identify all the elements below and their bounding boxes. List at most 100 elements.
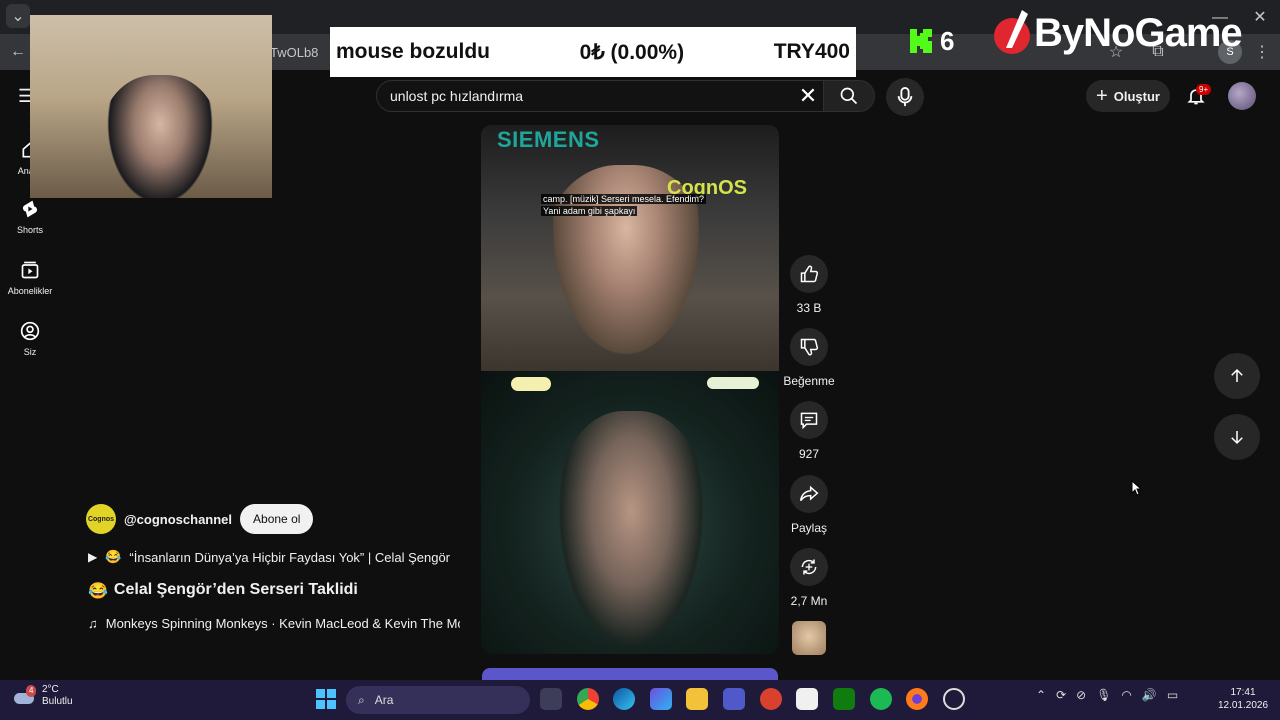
sync-icon[interactable]: ⟳: [1056, 688, 1066, 702]
brand-name: ByNoGame: [1034, 10, 1243, 55]
teams-icon[interactable]: [723, 688, 745, 710]
webcam-overlay: [30, 15, 272, 198]
sidebar-item-subscriptions[interactable]: Abonelikler: [0, 260, 60, 296]
sidebar-item-shorts[interactable]: Shorts: [0, 199, 60, 235]
wifi-icon[interactable]: ◠: [1121, 688, 1131, 702]
thumbs-down-icon: [800, 338, 819, 356]
person-figure: [551, 411, 711, 654]
share-circle: [790, 475, 828, 513]
donation-goal-banner: mouse bozuldu 0₺ (0.00%) TRY400: [330, 27, 856, 77]
create-button[interactable]: + Oluştur: [1086, 80, 1170, 112]
streamer-figure: [100, 75, 220, 198]
taskbar-search[interactable]: ⌕ Ara: [346, 686, 530, 714]
xbox-icon[interactable]: [833, 688, 855, 710]
music-note-icon: ♫: [88, 616, 98, 631]
clock-time: 17:41: [1230, 687, 1256, 698]
remix-icon: [801, 559, 817, 575]
store-icon[interactable]: [796, 688, 818, 710]
tab-search-button[interactable]: ⌄: [6, 4, 30, 28]
arrow-down-icon: [1231, 431, 1243, 445]
comments-button[interactable]: 927: [782, 401, 836, 461]
microphone-icon: [897, 87, 913, 107]
spotify-icon[interactable]: [870, 688, 892, 710]
system-tray: ⌃ ⟳ ⊘ 🎙 ◠ 🔊 ▭: [1036, 688, 1178, 702]
sidebar-item-label: Siz: [23, 347, 37, 357]
microphone-icon[interactable]: 🎙: [1096, 688, 1111, 702]
previous-short-button[interactable]: [1214, 353, 1260, 399]
next-short-preview[interactable]: [482, 668, 778, 680]
kick-logo-icon: [910, 29, 932, 53]
battery-icon[interactable]: ▭: [1167, 688, 1178, 702]
voice-search-button[interactable]: [886, 78, 924, 116]
channel-name[interactable]: @cognoschannel: [124, 512, 232, 527]
comments-circle: [790, 401, 828, 439]
taskbar-search-placeholder: Ara: [374, 693, 394, 707]
subtitle-line: Yani adam gibi şapkayı: [541, 206, 638, 216]
mouse-cursor-icon: [1131, 480, 1143, 496]
like-count: 33 B: [796, 301, 822, 315]
pdf-reader-icon[interactable]: [760, 688, 782, 710]
search-query: unlost pc hızlandırma: [390, 88, 524, 104]
volume-icon[interactable]: 🔊: [1142, 688, 1157, 702]
browser-menu-icon[interactable]: ⋮: [1248, 38, 1276, 66]
copilot-icon[interactable]: [650, 688, 672, 710]
music-link[interactable]: ♫ Monkeys Spinning Monkeys · Kevin MacLe…: [88, 616, 460, 631]
weather-badge: 4: [26, 685, 37, 697]
chevron-up-icon[interactable]: ⌃: [1036, 688, 1046, 702]
sidebar-item-you[interactable]: Siz: [0, 321, 60, 357]
related-video-link[interactable]: ▶ 😂 “İnsanların Dünya’ya Hiçbir Faydası …: [88, 549, 450, 565]
arrow-up-icon: [1231, 368, 1243, 382]
emoji-icon: 😂: [105, 549, 122, 564]
brand-logo: ByNoGame: [992, 6, 1252, 60]
share-label: Paylaş: [790, 521, 828, 535]
channel-avatar[interactable]: Cognos: [86, 504, 116, 534]
thumbs-up-icon: [800, 265, 819, 283]
subscribe-button[interactable]: Abone ol: [240, 504, 314, 534]
account-avatar[interactable]: [1228, 82, 1256, 110]
dislike-button[interactable]: Beğenme: [782, 328, 836, 388]
video-frame-top: SIEMENS CognOS camp. [müzik] Serseri mes…: [481, 125, 779, 375]
clock-date: 12.01.2026: [1217, 700, 1269, 711]
next-short-button[interactable]: [1214, 414, 1260, 460]
weather-widget[interactable]: 4 2°C Bulutlu: [12, 684, 73, 708]
subtitle-line: camp. [müzik] Serseri mesela. Efendim?: [541, 194, 707, 204]
clear-search-icon[interactable]: ✕: [794, 84, 822, 108]
cloud-icon: 4: [12, 685, 37, 707]
weather-desc: Bulutlu: [42, 696, 73, 707]
edge-icon[interactable]: [613, 688, 635, 710]
task-view-icon[interactable]: [540, 688, 562, 710]
video-subtitles: camp. [müzik] Serseri mesela. Efendim? Y…: [541, 193, 731, 217]
emoji-icon: 😂: [88, 583, 108, 600]
create-label: Oluştur: [1113, 88, 1160, 104]
search-icon: [840, 87, 858, 105]
firefox-icon[interactable]: [906, 688, 928, 710]
remix-button[interactable]: 2,7 Mn: [782, 548, 836, 608]
search-icon: ⌕: [358, 692, 365, 707]
remix-circle: [790, 548, 828, 586]
back-button[interactable]: ←: [4, 38, 32, 66]
music-thumbnail[interactable]: [792, 621, 826, 655]
file-explorer-icon[interactable]: [686, 688, 708, 710]
search-input[interactable]: unlost pc hızlandırma: [376, 80, 824, 112]
you-icon: [20, 321, 40, 341]
url-field[interactable]: TwOLb8: [270, 40, 330, 66]
taskbar-clock[interactable]: 17:41 12.01.2026: [1210, 686, 1276, 712]
short-title-text: Celal Şengör’den Serseri Taklidi: [113, 581, 358, 598]
search-button[interactable]: [823, 80, 875, 112]
play-icon: ▶: [88, 550, 98, 564]
plus-icon: +: [1096, 84, 1108, 107]
dislike-label: Beğenme: [783, 374, 835, 388]
video-frame-bottom: [481, 371, 779, 654]
related-video-title: “İnsanların Dünya’ya Hiçbir Faydası Yok”…: [129, 549, 451, 565]
start-button[interactable]: [316, 689, 336, 709]
chrome-icon[interactable]: [577, 688, 599, 710]
network-off-icon[interactable]: ⊘: [1076, 688, 1086, 702]
shorts-video-player[interactable]: SIEMENS CognOS camp. [müzik] Serseri mes…: [481, 125, 779, 654]
app-icon[interactable]: [943, 688, 965, 710]
like-button[interactable]: 33 B: [782, 255, 836, 315]
goal-title: mouse bozuldu: [336, 40, 490, 63]
sidebar-item-label: Shorts: [16, 225, 43, 235]
remix-count: 2,7 Mn: [790, 594, 828, 608]
music-title: Monkeys Spinning Monkeys · Kevin MacLeod…: [105, 616, 460, 631]
share-button[interactable]: Paylaş: [782, 475, 836, 535]
